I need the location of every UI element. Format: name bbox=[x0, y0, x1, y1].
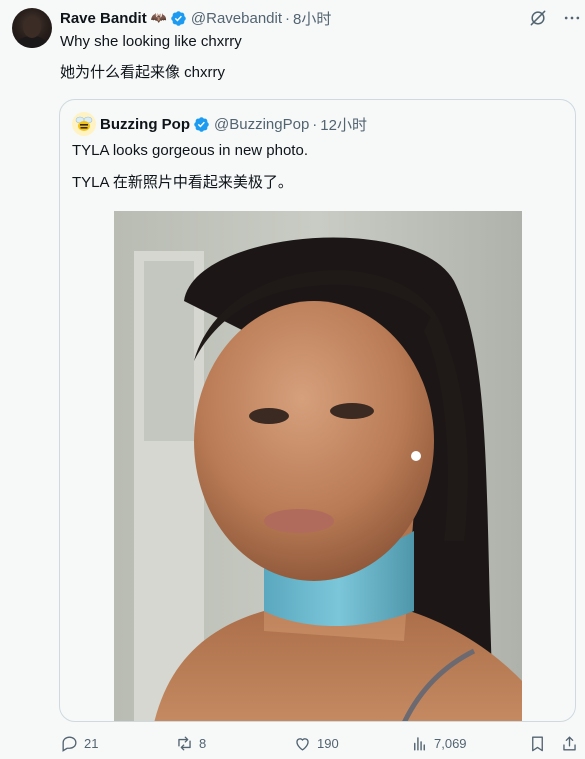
bee-icon bbox=[75, 116, 93, 131]
like-button[interactable]: 190 bbox=[293, 734, 339, 753]
quoted-text-line2: TYLA 在新照片中看起来美极了。 bbox=[72, 174, 293, 191]
views-icon bbox=[414, 737, 425, 751]
quoted-author-handle[interactable]: @BuzzingPop bbox=[214, 116, 309, 133]
tweet-header: Rave Bandit 🦇 @Ravebandit · 8小时 bbox=[60, 8, 331, 28]
reply-count: 21 bbox=[84, 736, 99, 751]
author-avatar[interactable] bbox=[12, 8, 52, 48]
author-emoji: 🦇 bbox=[150, 10, 167, 25]
like-icon bbox=[296, 738, 309, 751]
share-icon bbox=[563, 736, 576, 751]
quoted-author-name[interactable]: Buzzing Pop bbox=[100, 116, 190, 133]
repost-count: 8 bbox=[199, 736, 207, 751]
verified-icon bbox=[171, 10, 186, 26]
tweet-text-line2: 她为什么看起来像 chxrry bbox=[60, 64, 226, 81]
like-count: 190 bbox=[317, 736, 339, 751]
bookmark-icon bbox=[532, 736, 543, 752]
verified-icon bbox=[194, 116, 209, 132]
reply-button[interactable]: 21 bbox=[60, 734, 98, 753]
tweet-text-line1: Why she looking like chxrry bbox=[60, 33, 242, 50]
share-button[interactable] bbox=[560, 734, 579, 753]
tweet-time[interactable]: 8小时 bbox=[293, 8, 331, 29]
grok-icon[interactable] bbox=[528, 8, 548, 28]
views-count: 7,069 bbox=[434, 736, 467, 751]
action-bar: 21 8 190 7,069 bbox=[0, 734, 585, 756]
quoted-author-avatar[interactable] bbox=[72, 112, 96, 136]
repost-button[interactable]: 8 bbox=[175, 734, 206, 753]
quoted-tweet[interactable]: Buzzing Pop @BuzzingPop · 12小时 TYLA look… bbox=[59, 99, 576, 722]
separator-dot: · bbox=[285, 9, 291, 27]
quoted-time[interactable]: 12小时 bbox=[320, 114, 367, 135]
separator-dot: · bbox=[312, 115, 318, 133]
bookmark-button[interactable] bbox=[528, 734, 547, 753]
repost-icon bbox=[178, 736, 191, 751]
more-icon[interactable] bbox=[562, 8, 582, 28]
quoted-text-line1: TYLA looks gorgeous in new photo. bbox=[72, 142, 308, 159]
quoted-photo[interactable] bbox=[114, 211, 522, 722]
quoted-header: Buzzing Pop @BuzzingPop · 12小时 bbox=[100, 114, 367, 134]
reply-icon bbox=[62, 736, 77, 752]
author-handle[interactable]: @Ravebandit bbox=[191, 10, 282, 27]
author-name[interactable]: Rave Bandit bbox=[60, 10, 147, 27]
views-button[interactable]: 7,069 bbox=[410, 734, 467, 753]
